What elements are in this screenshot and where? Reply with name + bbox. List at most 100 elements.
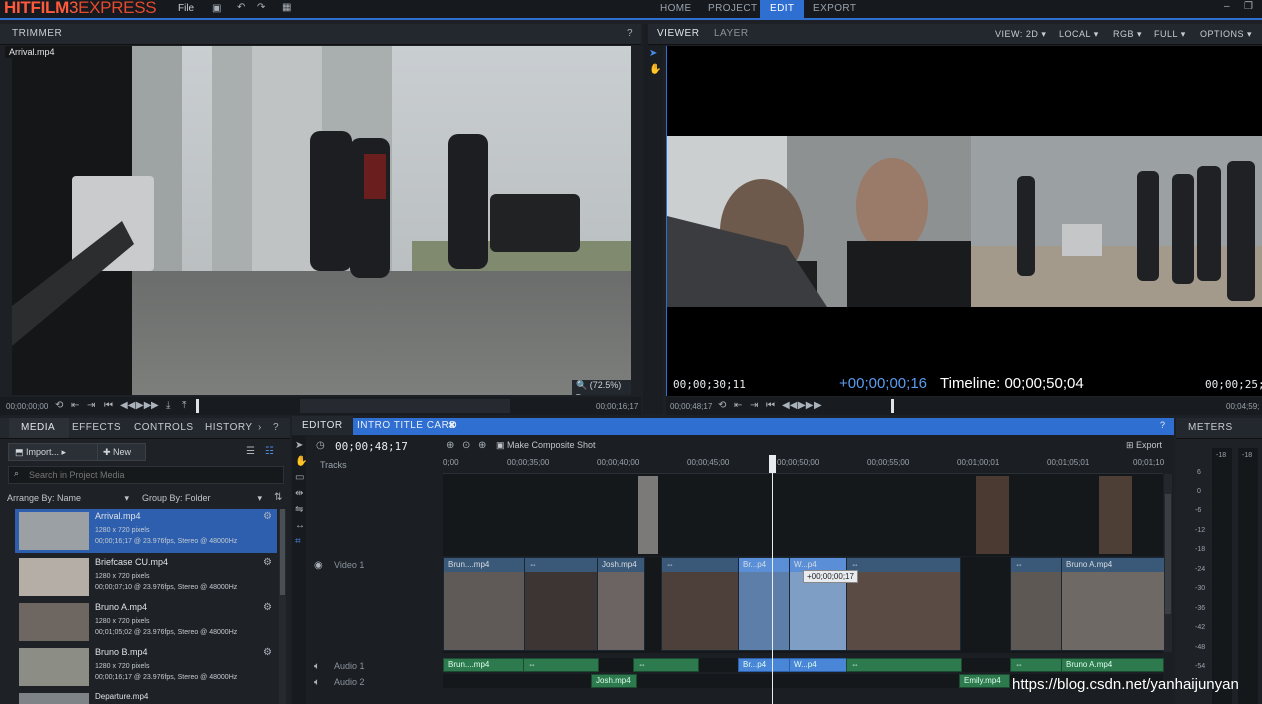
viewer-skip-start-icon[interactable]: ⏮ (766, 400, 775, 411)
gear-icon[interactable]: ⚙ (263, 647, 272, 658)
hand-icon[interactable]: ✋ (295, 456, 307, 467)
more-tabs-icon[interactable]: › (258, 422, 261, 433)
tab-media[interactable]: MEDIA (9, 418, 70, 438)
trimmer-scrubber[interactable] (300, 399, 510, 413)
gear-icon[interactable]: ⚙ (263, 602, 272, 613)
editor-help-icon[interactable]: ? (1160, 420, 1165, 430)
audio-clip[interactable]: ⇔ (846, 658, 962, 672)
step-back-icon[interactable]: ◀◀ (120, 400, 135, 411)
ripple-tool-icon[interactable]: ⇋ (295, 504, 303, 515)
channel-dropdown[interactable]: RGB ▾ (1113, 24, 1142, 44)
media-item[interactable]: Bruno A.mp4 1280 x 720 pixels 00;01;05;0… (15, 600, 277, 644)
help-icon[interactable]: ? (627, 28, 633, 39)
media-item[interactable]: Briefcase CU.mp4 1280 x 720 pixels 00;00… (15, 555, 277, 599)
insert-icon[interactable]: ⤓ (166, 400, 170, 411)
video-clip[interactable]: Josh.mp4 (597, 557, 645, 651)
redo-icon[interactable]: ↷ (257, 2, 265, 13)
sort-icon[interactable]: ⇅ (274, 492, 282, 503)
viewer-step-forward-icon[interactable]: ▶▶ (798, 400, 813, 411)
video-clip[interactable]: ⇔ (846, 557, 961, 651)
timeline-playhead[interactable] (772, 455, 773, 704)
slip-tool-icon[interactable]: ⇹ (295, 488, 303, 499)
tab-edit[interactable]: EDIT (760, 0, 805, 18)
view-mode-dropdown[interactable]: VIEW: 2D ▾ (995, 24, 1046, 44)
video-clip[interactable]: Brun....mp4 (443, 557, 525, 651)
video-track-upper[interactable] (443, 474, 1163, 556)
select-tool-icon[interactable]: ➤ (295, 440, 303, 451)
select-tool-icon[interactable]: ➤ (649, 48, 657, 59)
overlay-icon[interactable]: ⤒ (182, 400, 186, 411)
make-composite-button[interactable]: ▣ Make Composite Shot (496, 440, 596, 451)
tab-export[interactable]: EXPORT (803, 0, 866, 18)
tab-history[interactable]: HISTORY (205, 418, 253, 438)
playhead-handle[interactable] (769, 455, 776, 473)
viewer-playhead[interactable] (891, 399, 894, 413)
add-track-icon[interactable]: ⊕ (478, 440, 486, 451)
media-help-icon[interactable]: ? (273, 422, 279, 433)
media-item[interactable]: Arrival.mp4 1280 x 720 pixels 00;00;16;1… (15, 509, 277, 553)
media-search[interactable]: ⌕ (8, 466, 284, 484)
video-clip[interactable]: ⇔ (1010, 557, 1062, 651)
trimmer-preview[interactable]: 🔍 (72.5%) ▾ (12, 46, 631, 395)
save-icon[interactable]: ▣ (212, 3, 221, 14)
roll-tool-icon[interactable]: ↔ (295, 520, 305, 531)
video-clip[interactable]: ⇔ (524, 557, 598, 651)
close-tab-icon[interactable]: ✖ (448, 420, 456, 431)
gear-icon[interactable]: ⚙ (263, 557, 272, 568)
detail-view-icon[interactable]: ☷ (265, 446, 274, 457)
list-view-icon[interactable]: ☰ (246, 446, 255, 457)
trimmer-playhead[interactable] (196, 399, 199, 413)
new-button[interactable]: ✚ New (97, 443, 146, 461)
eye-icon[interactable]: ◉ (314, 560, 323, 571)
trimmer-zoom-label[interactable]: 🔍 (72.5%) ▾ (572, 380, 631, 395)
tab-effects[interactable]: EFFECTS (72, 418, 121, 438)
audio-clip-selected[interactable]: W...p4 (789, 658, 847, 672)
loop-icon[interactable]: ⟲ (55, 400, 63, 411)
viewer-play-icon[interactable]: ▶ (814, 400, 822, 411)
media-search-input[interactable] (27, 467, 281, 483)
viewer-step-back-icon[interactable]: ◀◀ (782, 400, 797, 411)
upper-clip[interactable] (1099, 476, 1132, 554)
speaker-icon[interactable]: 🔈︎ (314, 661, 320, 672)
viewer-loop-icon[interactable]: ⟲ (718, 400, 726, 411)
export-button[interactable]: ⊞ Export (1126, 440, 1162, 451)
options-dropdown[interactable]: OPTIONS ▾ (1200, 24, 1252, 44)
import-button[interactable]: ⬒ Import... ▸ (8, 443, 98, 461)
audio-clip[interactable]: ⇔ (633, 658, 699, 672)
tab-viewer[interactable]: VIEWER (657, 24, 699, 44)
audio-clip[interactable]: Josh.mp4 (591, 674, 637, 688)
tab-home[interactable]: HOME (650, 0, 702, 18)
timeline-scrollbar[interactable] (1164, 474, 1172, 652)
viewer-in-icon[interactable]: ⇤ (734, 400, 742, 411)
skip-start-icon[interactable]: ⏮ (104, 400, 113, 411)
file-menu[interactable]: File (178, 3, 194, 14)
viewer-out-icon[interactable]: ⇥ (750, 400, 758, 411)
video-clip[interactable]: Bruno A.mp4 (1061, 557, 1165, 651)
media-item[interactable]: Bruno B.mp4 1280 x 720 pixels 00;00;16;1… (15, 645, 277, 689)
audio-clip[interactable]: ⇔ (1010, 658, 1062, 672)
tab-editor[interactable]: EDITOR (292, 416, 353, 435)
timeline-ruler[interactable]: 0;00 00;00;35;00 00;00;40;00 00;00;45;00… (443, 455, 1164, 474)
arrange-by-dropdown[interactable]: Arrange By: Name ▾ (7, 493, 129, 503)
restore-icon[interactable]: ❐ (1244, 1, 1253, 12)
media-item[interactable]: Departure.mp4 (15, 690, 277, 704)
gear-icon[interactable]: ⚙ (263, 511, 272, 522)
out-point-icon[interactable]: ⇥ (87, 400, 95, 411)
tab-project[interactable]: PROJECT (698, 0, 767, 18)
upper-clip[interactable] (638, 476, 658, 554)
in-point-icon[interactable]: ⇤ (71, 400, 79, 411)
video-clip-selected[interactable]: Br...p4 (738, 557, 790, 651)
rate-stretch-icon[interactable]: ⌗ (295, 536, 301, 547)
audio-clip[interactable]: ⇔ (523, 658, 599, 672)
grid-icon[interactable]: ▦ (282, 2, 291, 13)
play-icon[interactable]: ▶ (151, 400, 159, 411)
speaker-icon[interactable]: 🔈︎ (314, 677, 320, 688)
viewer-canvas[interactable]: 00;00;30;11 +00;00;00;16 Timeline: 00;00… (666, 46, 1262, 396)
hand-tool-icon[interactable]: ✋ (649, 64, 661, 75)
step-forward-icon[interactable]: ▶▶ (136, 400, 151, 411)
group-by-dropdown[interactable]: Group By: Folder ▾ (142, 493, 262, 503)
upper-clip[interactable] (976, 476, 1009, 554)
tab-intro-title-card[interactable]: INTRO TITLE CARD (357, 416, 457, 436)
resolution-dropdown[interactable]: FULL ▾ (1154, 24, 1186, 44)
video-clip[interactable]: ⇔ (661, 557, 739, 651)
